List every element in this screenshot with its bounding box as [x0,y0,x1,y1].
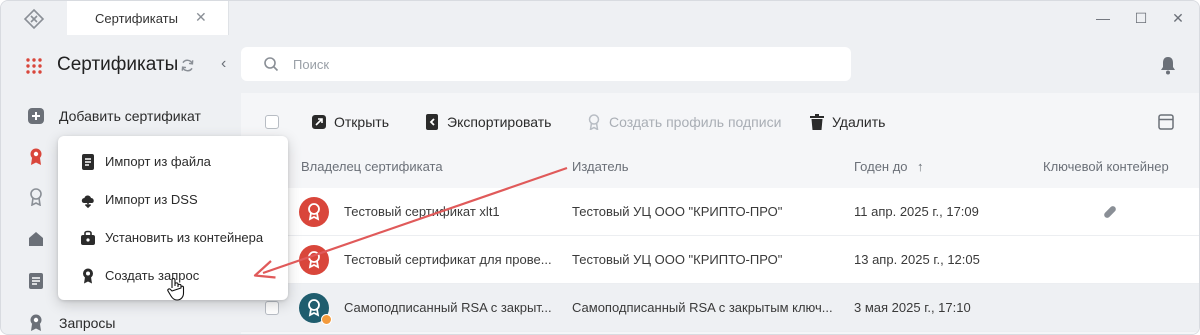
hand-cursor-icon [167,277,185,301]
table-row[interactable]: Самоподписанный RSA с закрыт... Самоподп… [241,284,1199,332]
owner-cell: Самоподписанный RSA с закрыт... [344,300,552,315]
menu-item-label: Установить из контейнера [105,230,264,245]
trash-icon [810,114,824,130]
certificate-icon [308,299,320,317]
issuer-cell: Самоподписанный RSA с закрытым ключ... [572,300,833,315]
menu-item-label: Импорт из DSS [105,192,198,207]
owner-cell: Тестовый сертификат xlt1 [344,204,500,219]
column-issuer[interactable]: Издатель [572,159,629,174]
certificate-avatar [299,197,329,227]
request-icon [30,314,42,331]
collapse-sidebar-button[interactable]: ‹ [221,55,226,73]
certificate-icon [308,251,320,269]
tab-close-icon[interactable]: ✕ [195,9,207,26]
menu-item-import-dss[interactable]: Импорт из DSS [58,181,288,219]
issuer-cell: Тестовый УЦ ООО "КРИПТО-ПРО" [572,252,783,267]
home-icon [29,232,43,246]
maximize-button[interactable]: ☐ [1132,9,1150,27]
bell-icon[interactable] [1159,55,1177,75]
container-icon [81,230,95,245]
menu-item-label: Импорт из файла [105,154,211,169]
certificate-icon [308,203,320,221]
cloud-download-icon [81,195,94,208]
refresh-icon[interactable] [180,58,195,73]
open-label: Открыть [334,114,389,130]
export-label: Экспортировать [447,114,552,130]
valid-until-cell: 13 апр. 2025 г., 12:05 [854,252,980,267]
menu-item-install-from-container[interactable]: Установить из контейнера [58,219,288,257]
minimize-button[interactable]: — [1094,9,1112,27]
main-panel: Открыть Экспортировать Создать профиль п… [241,35,1199,334]
columns-settings-icon[interactable] [1158,114,1174,130]
tab-certificates[interactable]: Сертификаты ✕ [67,1,229,35]
sidebar-item-label: Запросы [59,315,116,331]
menu-item-import-file[interactable]: Импорт из файла [58,143,288,181]
add-icon [28,108,44,124]
certificate-outline-icon [588,114,600,130]
export-icon [426,114,438,130]
tab-label: Сертификаты [95,11,178,26]
certificates-content: Открыть Экспортировать Создать профиль п… [241,93,1199,334]
issuer-cell: Тестовый УЦ ООО "КРИПТО-ПРО" [572,204,783,219]
certificate-outline-icon [30,188,42,206]
app-logo-icon [23,8,45,30]
delete-label: Удалить [832,114,886,130]
certificate-request-icon [83,268,93,284]
certificate-avatar [299,245,329,275]
warning-badge [321,314,332,325]
row-checkbox[interactable] [265,301,279,315]
select-all-checkbox[interactable] [265,115,279,129]
toolbar: Открыть Экспортировать Создать профиль п… [241,93,1199,153]
open-icon [312,115,326,129]
column-owner[interactable]: Владелец сертификата [301,159,443,174]
table-header: Владелец сертификата Издатель Годен до ↑… [241,153,1199,181]
add-certificate-menu: Импорт из файла Импорт из DSS Установить… [58,136,288,300]
key-container-icon [1104,206,1116,218]
search-input[interactable] [293,55,833,73]
apps-grid-icon[interactable] [25,57,43,75]
sort-ascending-icon[interactable]: ↑ [917,159,924,174]
create-profile-label: Создать профиль подписи [609,114,782,130]
app-window: Сертификаты ✕ — ☐ ✕ Сертификаты ‹ Добави… [0,0,1200,335]
file-icon [82,154,94,170]
search-area [241,35,1199,93]
valid-until-cell: 3 мая 2025 г., 17:10 [854,300,971,315]
column-key-container[interactable]: Ключевой контейнер [1043,159,1169,174]
close-window-button[interactable]: ✕ [1169,9,1187,27]
column-valid-until[interactable]: Годен до [854,159,908,174]
certificate-icon [30,148,42,165]
title-bar: Сертификаты ✕ — ☐ ✕ [1,1,1199,35]
sidebar-item-label: Добавить сертификат [59,108,201,124]
valid-until-cell: 11 апр. 2025 г., 17:09 [854,204,979,219]
sidebar-title: Сертификаты [57,54,179,75]
search-icon [264,57,279,72]
sidebar-item-add-certificate[interactable]: Добавить сертификат [1,96,241,136]
search-box[interactable] [241,47,851,81]
owner-cell: Тестовый сертификат для прове... [344,252,552,267]
table-row[interactable]: Тестовый сертификат xlt1 Тестовый УЦ ООО… [241,188,1199,236]
sidebar-item-requests[interactable]: Запросы [1,303,241,334]
document-list-icon [29,273,43,289]
table-row[interactable]: Тестовый сертификат для прове... Тестовы… [241,236,1199,284]
